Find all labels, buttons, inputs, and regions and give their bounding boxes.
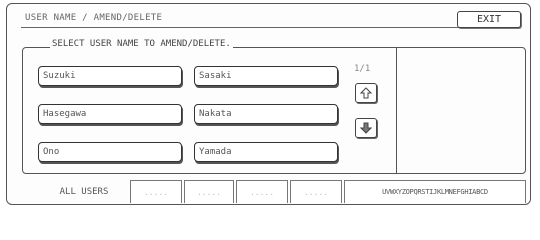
tab-group-4[interactable]: ..... <box>290 180 342 203</box>
user-button-nakata[interactable]: Nakata <box>194 104 338 124</box>
title-divider <box>21 27 517 28</box>
tab-group-2[interactable]: ..... <box>184 180 234 203</box>
scroll-up-button[interactable] <box>355 83 377 103</box>
page-title: USER NAME / AMEND/DELETE <box>25 13 163 23</box>
tab-alphabet[interactable]: UVWXYZOPQRSTIJKLMNEFGHIABCD <box>344 180 526 203</box>
user-button-suzuki[interactable]: Suzuki <box>38 66 182 86</box>
page-indicator: 1/1 <box>354 64 371 74</box>
tab-label: ..... <box>196 187 222 197</box>
instruction-text: SELECT USER NAME TO AMEND/DELETE. <box>50 39 233 49</box>
tab-group-1[interactable]: ..... <box>130 180 182 203</box>
tab-label: ALL USERS <box>59 186 109 197</box>
user-button-hasegawa[interactable]: Hasegawa <box>38 104 182 124</box>
tab-all-users[interactable]: ALL USERS <box>40 180 128 203</box>
arrow-up-icon <box>360 87 372 99</box>
user-button-yamada[interactable]: Yamada <box>194 142 338 162</box>
scroll-down-button[interactable] <box>355 118 377 138</box>
user-button-ono[interactable]: Ono <box>38 142 182 162</box>
tab-label: ..... <box>249 187 275 197</box>
arrow-down-icon <box>360 122 372 134</box>
exit-button[interactable]: EXIT <box>457 11 521 28</box>
tab-label: ..... <box>303 187 329 197</box>
panel-divider <box>396 47 397 174</box>
tab-label: ..... <box>143 187 169 197</box>
tab-group-3[interactable]: ..... <box>236 180 288 203</box>
user-button-sasaki[interactable]: Sasaki <box>194 66 338 86</box>
tab-label: UVWXYZOPQRSTIJKLMNEFGHIABCD <box>382 188 488 196</box>
